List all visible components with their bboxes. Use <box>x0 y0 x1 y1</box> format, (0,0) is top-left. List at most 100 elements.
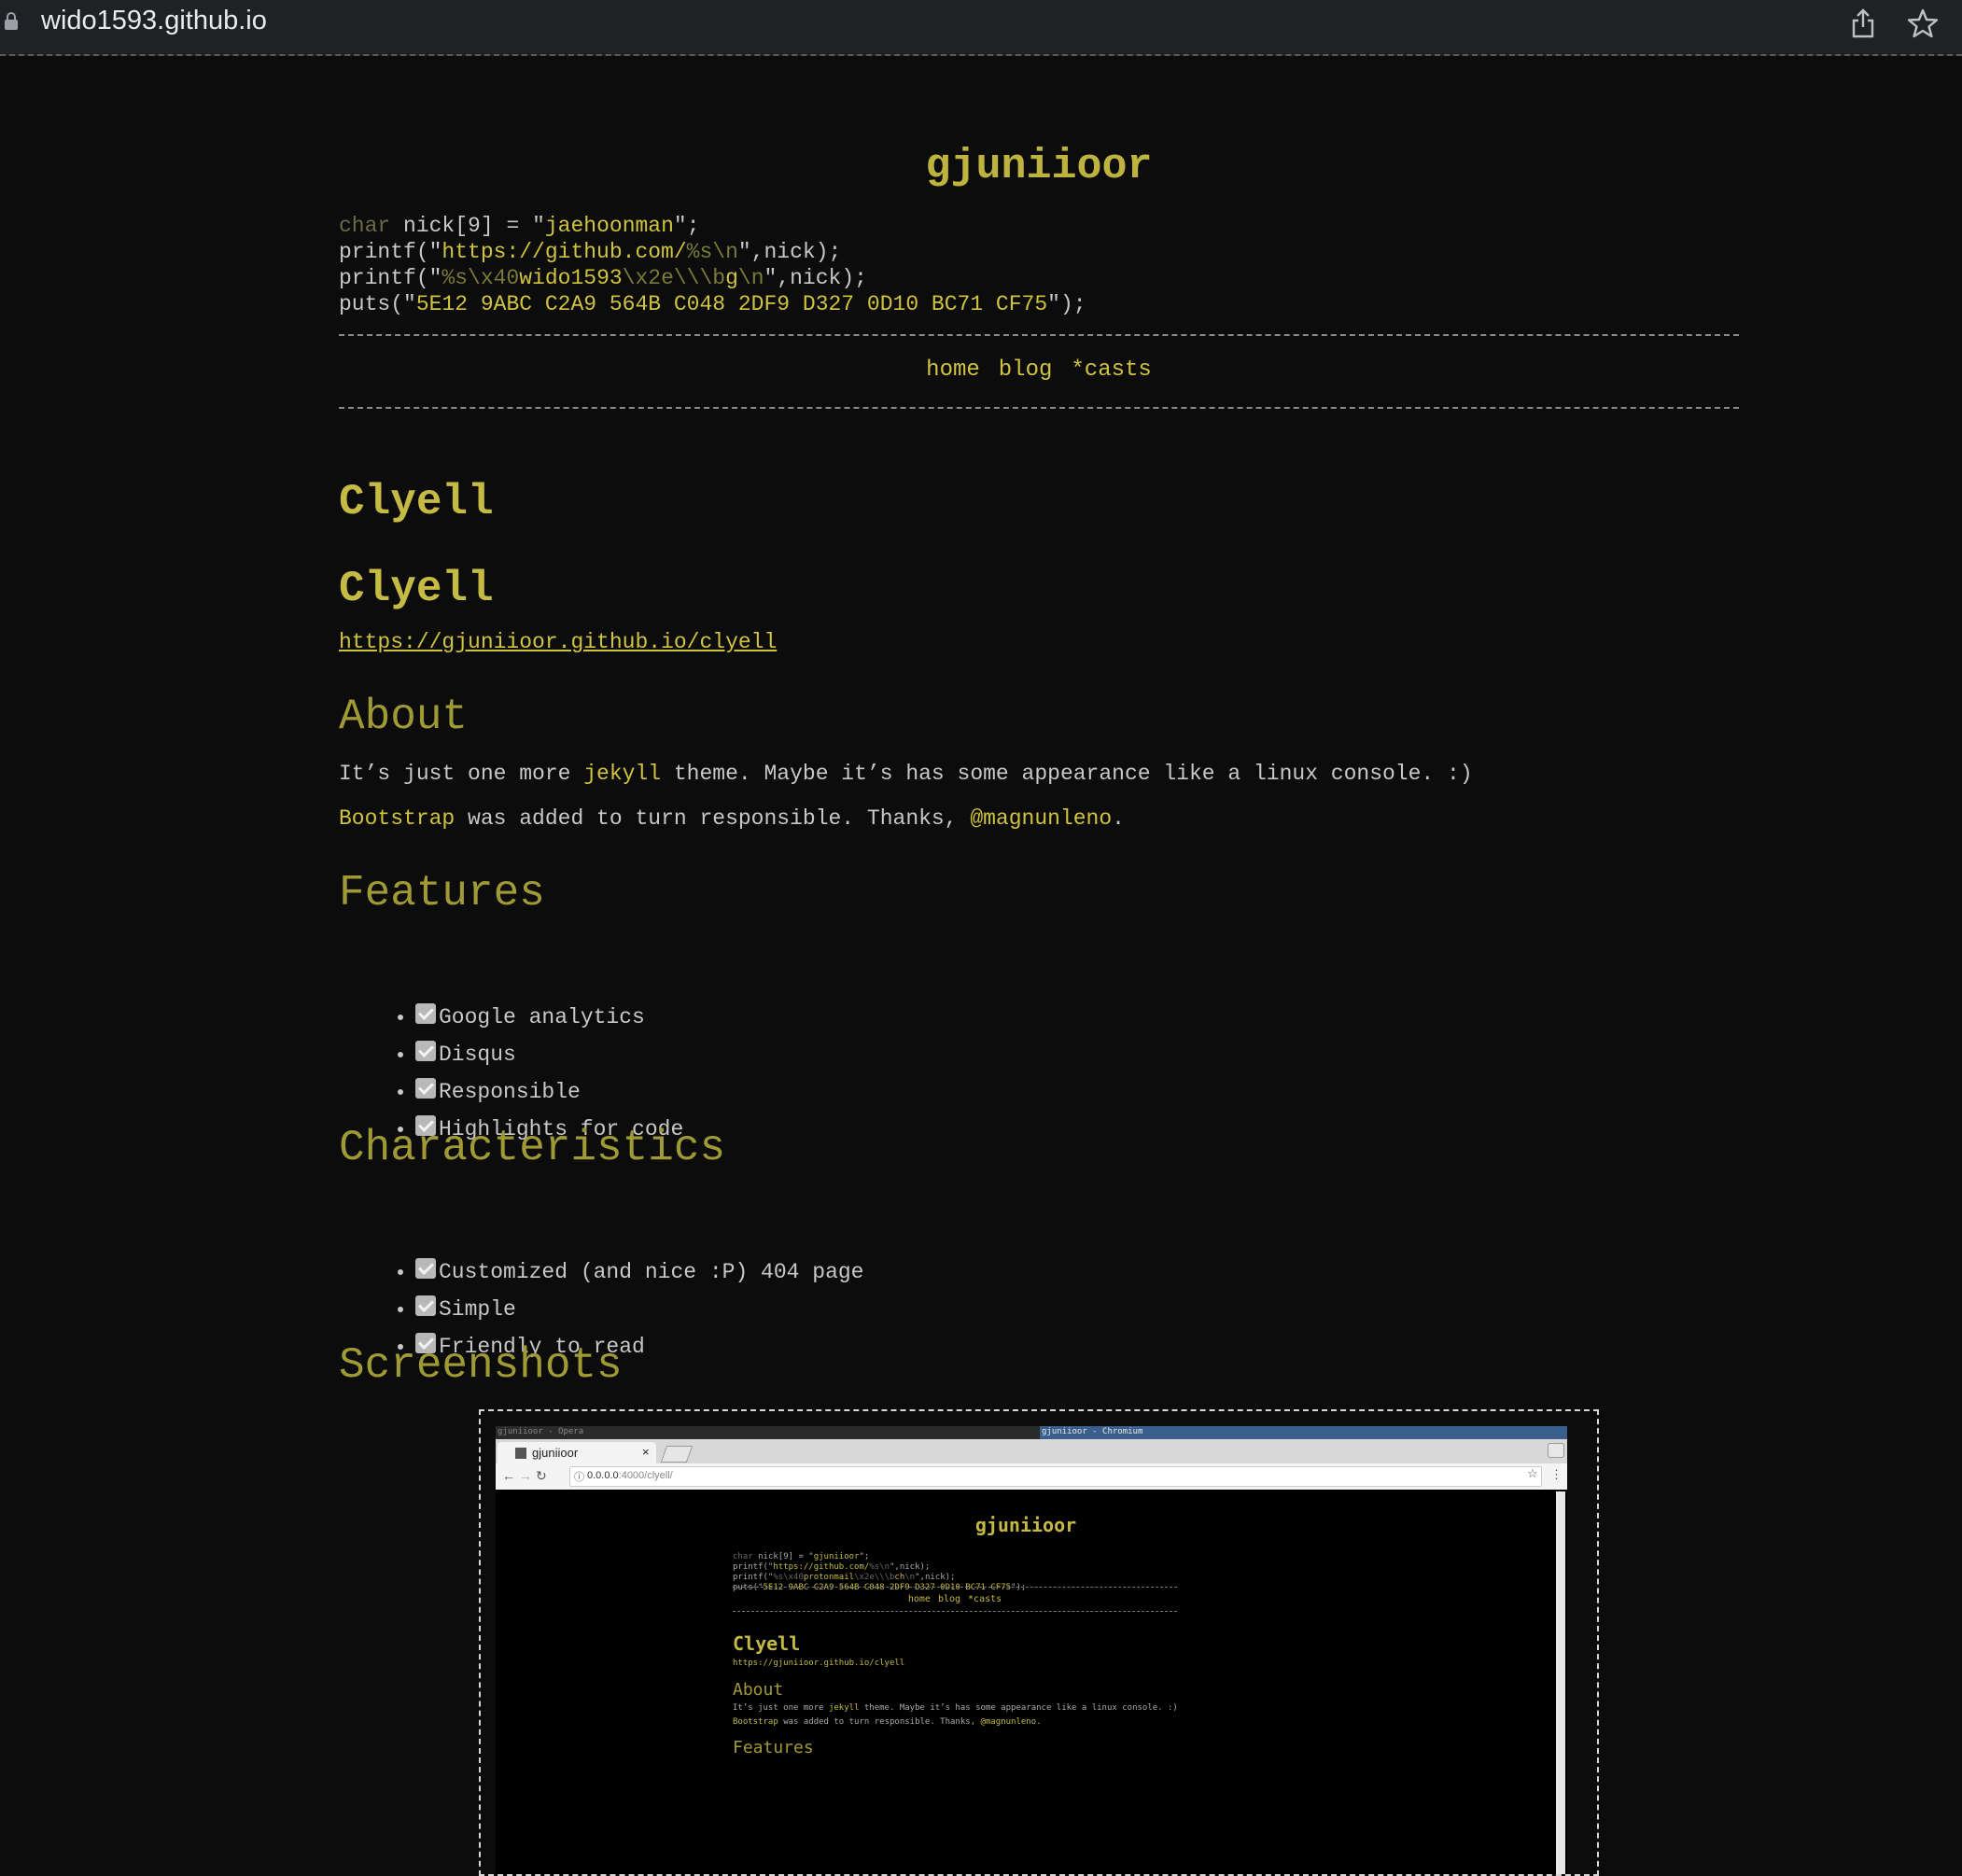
code-string: wido1593 <box>519 266 623 290</box>
screenshot-image: gjuniioor - Opera gjuniioor - Chromium g… <box>479 1409 1599 1876</box>
new-tab-icon <box>660 1446 694 1463</box>
text: It’s just one more <box>733 1703 829 1713</box>
screenshot-page: gjuniioor char nick[9] = "gjuniioor"; pr… <box>496 1490 1567 1874</box>
menu-dots-icon: ⋮ <box>1550 1467 1563 1481</box>
screenshot-divider <box>733 1611 1177 1612</box>
back-arrow-icon: ← <box>502 1468 515 1483</box>
code-escape: %s\n <box>686 240 738 264</box>
screenshot-titlebar: gjuniioor - Opera gjuniioor - Chromium <box>496 1426 1567 1439</box>
list-item: Customized (and nice :P) 404 page <box>415 1253 863 1291</box>
about-paragraph: It’s just one more jekyll theme. Maybe i… <box>339 762 1473 786</box>
info-icon: ⓘ <box>574 1472 584 1483</box>
bootstrap-link[interactable]: Bootstrap <box>339 806 455 831</box>
code-escape: \n <box>904 1573 916 1582</box>
code-string: ch <box>894 1573 905 1582</box>
divider <box>339 407 1739 409</box>
code-text: ",nick); <box>737 240 842 264</box>
screenshot-nav-home: home <box>907 1594 931 1604</box>
text: . <box>1036 1717 1042 1727</box>
project-link[interactable]: https://gjuniioor.github.io/clyell <box>339 630 777 654</box>
jekyll-link[interactable]: jekyll <box>583 762 661 786</box>
share-icon[interactable] <box>1850 8 1876 38</box>
list-item-label: Customized (and nice :P) 404 page <box>439 1260 864 1284</box>
code-string: 5E12 9ABC C2A9 564B C048 2DF9 D327 0D10 … <box>415 292 1048 316</box>
url-path: :4000/clyell/ <box>618 1470 673 1481</box>
about-heading: About <box>339 693 469 741</box>
checkbox-checked-icon[interactable] <box>415 1295 436 1316</box>
screenshot-browser-window: gjuniioor - Opera gjuniioor - Chromium g… <box>496 1426 1567 1874</box>
checkbox-checked-icon[interactable] <box>415 1041 436 1061</box>
text: . <box>1112 806 1125 831</box>
screenshot-url-field: ⓘ 0.0.0.0:4000/clyell/ <box>569 1466 1542 1487</box>
code-string: jaehoonman <box>544 214 674 238</box>
favicon-icon <box>515 1448 526 1459</box>
checkbox-checked-icon[interactable] <box>415 1258 436 1279</box>
list-item-label: Simple <box>439 1297 516 1322</box>
screenshot-features-heading: Features <box>733 1738 814 1757</box>
code-text: "); <box>1011 1583 1027 1592</box>
screenshot-bootstrap-link: Bootstrap <box>733 1717 778 1727</box>
reload-icon: ↻ <box>536 1468 547 1483</box>
code-string: g <box>725 266 738 290</box>
code-keyword: char <box>339 214 391 238</box>
site-title[interactable]: gjuniioor <box>339 143 1739 190</box>
code-string: gjuniioor <box>813 1552 860 1561</box>
list-item-label: Google analytics <box>439 1005 645 1029</box>
url-host: 0.0.0.0 <box>587 1470 619 1481</box>
text: theme. Maybe it’s has some appearance li… <box>661 762 1473 786</box>
code-text: nick[ <box>390 214 469 238</box>
checkbox-checked-icon[interactable] <box>415 1003 436 1024</box>
nav-home-link[interactable]: home <box>926 357 980 383</box>
code-text: puts(" <box>339 292 416 316</box>
header-code-block: char nick[9] = "jaehoonman"; printf("htt… <box>339 213 1086 317</box>
lock-icon <box>5 12 18 30</box>
bookmark-star-icon: ☆ <box>1527 1466 1538 1480</box>
code-text: ] = " <box>480 214 545 238</box>
text: was added to turn responsible. Thanks, <box>778 1717 981 1727</box>
screenshot-address-bar: ← → ↻ ⓘ 0.0.0.0:4000/clyell/ ☆ ⋮ <box>496 1463 1567 1491</box>
list-item: Disqus <box>415 1036 683 1073</box>
star-icon[interactable] <box>1907 7 1939 39</box>
nav-blog-link[interactable]: blog <box>999 357 1053 383</box>
bootstrap-paragraph: Bootstrap was added to turn responsible.… <box>339 806 1125 831</box>
titlebar-left-text: gjuniioor - Opera <box>498 1427 584 1436</box>
list-item-label: Responsible <box>439 1080 581 1104</box>
screenshot-tab-title: gjuniioor <box>532 1446 579 1460</box>
screenshot-about-heading: About <box>733 1680 784 1700</box>
main-nav: home blog *casts <box>339 357 1739 383</box>
post-title[interactable]: Clyell <box>339 478 494 526</box>
checkbox-checked-icon[interactable] <box>415 1078 436 1099</box>
nav-casts-link[interactable]: *casts <box>1071 357 1151 383</box>
screenshot-nav-casts: *casts <box>968 1594 1002 1604</box>
close-icon: × <box>642 1445 650 1459</box>
screenshot-magnunleno-link: @magnunleno <box>980 1717 1037 1727</box>
titlebar-active-window: gjuniioor - Chromium <box>1040 1426 1567 1439</box>
code-text: printf(" <box>733 1573 774 1582</box>
browser-toolbar: wido1593.github.io <box>0 0 1962 56</box>
code-text: printf(" <box>733 1562 774 1572</box>
address-bar-url[interactable]: wido1593.github.io <box>41 6 267 36</box>
code-text: printf(" <box>339 240 442 264</box>
code-text: "; <box>673 214 700 238</box>
profile-icon <box>1548 1443 1564 1458</box>
code-text: puts(" <box>733 1583 764 1592</box>
code-string: https://github.com/ <box>773 1562 870 1572</box>
text: It’s just one more <box>339 762 584 786</box>
code-number: 9 <box>468 214 481 238</box>
screenshot-tabbar: gjuniioor × <box>496 1439 1567 1463</box>
list-item-label: Disqus <box>439 1043 516 1067</box>
titlebar-right-text: gjuniioor - Chromium <box>1042 1427 1143 1436</box>
divider <box>339 334 1739 336</box>
code-keyword: char <box>733 1552 753 1561</box>
magnunleno-link[interactable]: @magnunleno <box>970 806 1112 831</box>
screenshots-heading: Screenshots <box>339 1341 623 1390</box>
code-string: 5E12 9ABC C2A9 564B C048 2DF9 D327 0D10 … <box>763 1583 1012 1592</box>
code-escape: %s\x40 <box>441 266 520 290</box>
code-text: ",nick); <box>890 1562 931 1572</box>
screenshot-post-title: Clyell <box>733 1632 801 1655</box>
characteristics-heading: Characteristics <box>339 1124 726 1172</box>
screenshot-nav-blog: blog <box>937 1594 961 1604</box>
code-text: "); <box>1047 292 1086 316</box>
screenshot-about-paragraph: It’s just one more jekyll theme. Maybe i… <box>733 1703 1178 1713</box>
code-string: protonmail <box>803 1573 855 1582</box>
